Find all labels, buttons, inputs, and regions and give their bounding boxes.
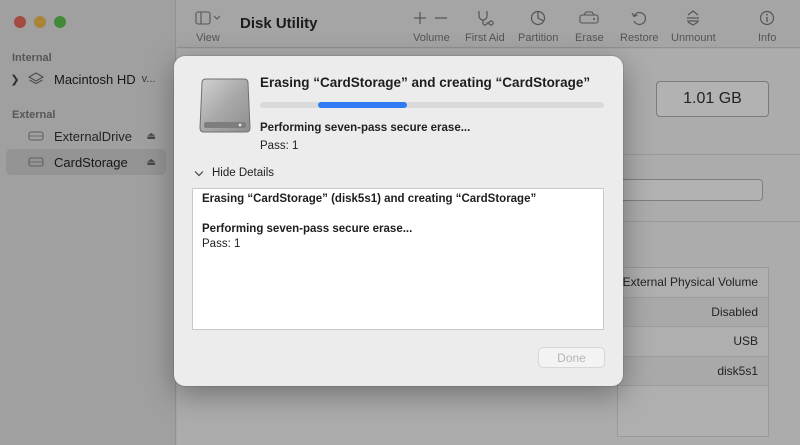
details-log[interactable]: Erasing “CardStorage” (disk5s1) and crea… [192, 188, 604, 330]
disk-utility-window: Internal ❯ Macintosh HD v... External Ex… [0, 0, 800, 445]
erase-progress-sheet: Erasing “CardStorage” and creating “Card… [174, 56, 623, 386]
log-line: Performing seven-pass secure erase... [202, 223, 413, 235]
status-text: Performing seven-pass secure erase... [260, 122, 471, 134]
pass-text: Pass: 1 [260, 140, 299, 152]
chevron-down-icon [194, 170, 206, 177]
erase-progress-bar [260, 102, 604, 108]
done-button[interactable]: Done [538, 347, 605, 368]
sheet-title: Erasing “CardStorage” and creating “Card… [260, 75, 591, 90]
details-toggle-label: Hide Details [212, 167, 274, 179]
external-drive-icon [196, 76, 254, 134]
hide-details-toggle[interactable]: Hide Details [194, 167, 274, 179]
log-line: Erasing “CardStorage” (disk5s1) and crea… [202, 193, 537, 205]
log-line: Pass: 1 [202, 238, 241, 250]
erase-progress-fill [318, 102, 407, 108]
